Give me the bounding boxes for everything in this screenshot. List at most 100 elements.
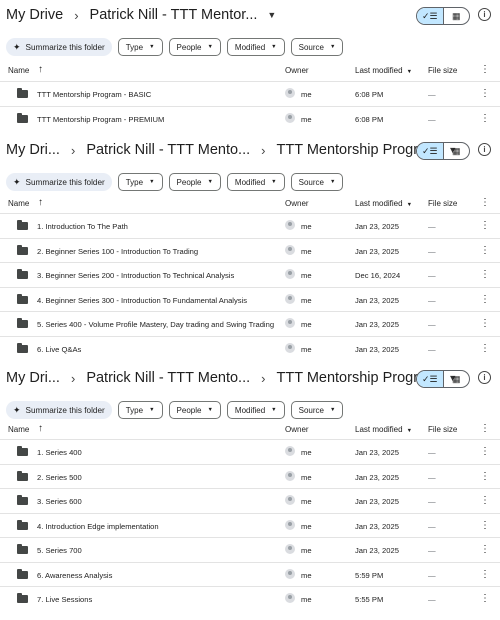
- sort-arrow-up-icon[interactable]: ↑: [38, 423, 43, 434]
- more-vert-icon[interactable]: ⋮: [480, 446, 490, 457]
- row-name[interactable]: 4. Introduction Edge implementation: [37, 522, 159, 531]
- table-row[interactable]: 4. Introduction Edge implementation me Jan…: [0, 512, 500, 539]
- info-icon[interactable]: i: [478, 371, 491, 384]
- info-icon[interactable]: i: [478, 143, 491, 156]
- table-row[interactable]: 5. Series 700 me Jan 23, 2025 — ⋮: [0, 537, 500, 563]
- filter-chip-modified[interactable]: Modified ▼: [226, 38, 285, 56]
- column-header-file-size[interactable]: File size: [428, 199, 457, 208]
- grid-view-icon[interactable]: ▦: [442, 371, 470, 387]
- table-header: Name ↑ Owner Last modified ▼ File size ⋮: [0, 59, 500, 81]
- filter-chip-people[interactable]: People ▼: [168, 173, 221, 191]
- breadcrumb-item[interactable]: My Dri...: [6, 370, 60, 386]
- table-row[interactable]: TTT Mentorship Program - BASIC me 6:08 PM —…: [0, 81, 500, 107]
- column-header-last-modified[interactable]: Last modified ▼: [355, 425, 412, 434]
- row-name[interactable]: 2. Series 500: [37, 473, 82, 482]
- row-name[interactable]: 6. Awareness Analysis: [37, 571, 112, 580]
- more-vert-icon[interactable]: ⋮: [480, 269, 490, 280]
- more-vert-icon[interactable]: ⋮: [480, 294, 490, 305]
- more-vert-icon[interactable]: ⋮: [480, 471, 490, 482]
- filter-chip-source[interactable]: Source ▼: [290, 173, 344, 191]
- breadcrumb-current-folder[interactable]: TTT Mentorship Progra...: [276, 370, 438, 386]
- summarize-folder-button[interactable]: ✦ Summarize this folder: [6, 401, 112, 419]
- filter-chip-type[interactable]: Type ▼: [117, 401, 163, 419]
- filter-chip-modified[interactable]: Modified ▼: [226, 173, 285, 191]
- table-row[interactable]: 6. Live Q&As me Jan 23, 2025 — ⋮: [0, 335, 500, 362]
- list-view-icon[interactable]: ✓☰: [417, 143, 443, 159]
- grid-view-icon[interactable]: ▦: [442, 143, 470, 159]
- row-name[interactable]: 5. Series 700: [37, 546, 82, 555]
- row-name[interactable]: 4. Beginner Series 300 - Introduction To…: [37, 296, 247, 305]
- summarize-label: Summarize this folder: [25, 42, 105, 52]
- column-header-owner[interactable]: Owner: [285, 199, 309, 208]
- more-vert-icon[interactable]: ⋮: [480, 520, 490, 531]
- folder-icon: [17, 470, 28, 481]
- table-row[interactable]: 7. Live Sessions me 5:55 PM — ⋮: [0, 586, 500, 612]
- caret-down-icon[interactable]: ▼: [267, 10, 276, 20]
- filter-chip-modified[interactable]: Modified ▼: [226, 401, 285, 419]
- table-row[interactable]: 3. Beginner Series 200 - Introduction To…: [0, 262, 500, 288]
- sort-arrow-up-icon[interactable]: ↑: [38, 64, 43, 75]
- breadcrumb-item[interactable]: Patrick Nill - TTT Mento...: [86, 370, 250, 386]
- column-header-name[interactable]: Name: [8, 425, 29, 434]
- column-header-owner[interactable]: Owner: [285, 66, 309, 75]
- row-name[interactable]: 3. Series 600: [37, 497, 82, 506]
- column-header-last-modified[interactable]: Last modified ▼: [355, 199, 412, 208]
- more-vert-icon[interactable]: ⋮: [480, 569, 490, 580]
- column-header-name[interactable]: Name: [8, 199, 29, 208]
- filter-chip-type[interactable]: Type ▼: [117, 173, 163, 191]
- breadcrumb-item[interactable]: My Dri...: [6, 142, 60, 158]
- more-vert-icon[interactable]: ⋮: [480, 197, 490, 208]
- table-row[interactable]: 4. Beginner Series 300 - Introduction To…: [0, 286, 500, 313]
- table-row[interactable]: 6. Awareness Analysis me 5:59 PM — ⋮: [0, 561, 500, 588]
- more-vert-icon[interactable]: ⋮: [480, 423, 490, 434]
- table-row[interactable]: 3. Series 600 me Jan 23, 2025 — ⋮: [0, 488, 500, 514]
- chevron-right-icon: ›: [74, 7, 79, 23]
- more-vert-icon[interactable]: ⋮: [480, 88, 490, 99]
- more-vert-icon[interactable]: ⋮: [480, 318, 490, 329]
- row-name[interactable]: 1. Series 400: [37, 448, 82, 457]
- list-view-icon[interactable]: ✓☰: [417, 8, 443, 24]
- table-row[interactable]: 2. Series 500 me Jan 23, 2025 — ⋮: [0, 463, 500, 490]
- filter-chip-type[interactable]: Type ▼: [117, 38, 163, 56]
- more-vert-icon[interactable]: ⋮: [480, 113, 490, 124]
- column-header-last-modified[interactable]: Last modified ▼: [355, 66, 412, 75]
- filter-chip-source[interactable]: Source ▼: [290, 38, 344, 56]
- row-name[interactable]: 5. Series 400 - Volume Profile Mastery, …: [37, 320, 274, 329]
- more-vert-icon[interactable]: ⋮: [480, 343, 490, 354]
- sort-arrow-up-icon[interactable]: ↑: [38, 197, 43, 208]
- more-vert-icon[interactable]: ⋮: [480, 245, 490, 256]
- more-vert-icon[interactable]: ⋮: [480, 593, 490, 604]
- breadcrumb-current-folder[interactable]: TTT Mentorship Progra...: [276, 142, 438, 158]
- row-name[interactable]: 6. Live Q&As: [37, 345, 81, 354]
- breadcrumb-item[interactable]: My Drive: [6, 7, 63, 23]
- filter-chip-source[interactable]: Source ▼: [290, 401, 344, 419]
- more-vert-icon[interactable]: ⋮: [480, 495, 490, 506]
- row-name[interactable]: 2. Beginner Series 100 - Introduction To…: [37, 247, 198, 256]
- column-header-name[interactable]: Name: [8, 66, 29, 75]
- grid-view-icon[interactable]: ▦: [442, 8, 470, 24]
- row-name[interactable]: 7. Live Sessions: [37, 595, 92, 604]
- row-name[interactable]: 1. Introduction To The Path: [37, 222, 128, 231]
- breadcrumb-item[interactable]: Patrick Nill - TTT Mento...: [86, 142, 250, 158]
- row-name[interactable]: TTT Mentorship Program - PREMIUM: [37, 115, 164, 124]
- filter-chip-people[interactable]: People ▼: [168, 38, 221, 56]
- breadcrumb-current-folder[interactable]: Patrick Nill - TTT Mentor...: [90, 7, 258, 23]
- table-row[interactable]: 5. Series 400 - Volume Profile Mastery, …: [0, 311, 500, 337]
- list-view-icon[interactable]: ✓☰: [417, 371, 443, 387]
- row-name[interactable]: 3. Beginner Series 200 - Introduction To…: [37, 271, 234, 280]
- summarize-folder-button[interactable]: ✦ Summarize this folder: [6, 38, 112, 56]
- info-icon[interactable]: i: [478, 8, 491, 21]
- more-vert-icon[interactable]: ⋮: [480, 544, 490, 555]
- table-row[interactable]: 2. Beginner Series 100 - Introduction To…: [0, 237, 500, 264]
- more-vert-icon[interactable]: ⋮: [480, 220, 490, 231]
- table-row[interactable]: 1. Series 400 me Jan 23, 2025 — ⋮: [0, 439, 500, 465]
- column-header-file-size[interactable]: File size: [428, 66, 457, 75]
- more-vert-icon[interactable]: ⋮: [480, 64, 490, 75]
- row-name[interactable]: TTT Mentorship Program - BASIC: [37, 90, 151, 99]
- table-row[interactable]: TTT Mentorship Program - PREMIUM me 6:08 P…: [0, 105, 500, 132]
- column-header-file-size[interactable]: File size: [428, 425, 457, 434]
- filter-chip-people[interactable]: People ▼: [168, 401, 221, 419]
- summarize-folder-button[interactable]: ✦ Summarize this folder: [6, 173, 112, 191]
- column-header-owner[interactable]: Owner: [285, 425, 309, 434]
- table-row[interactable]: 1. Introduction To The Path me Jan 23, 202…: [0, 213, 500, 239]
